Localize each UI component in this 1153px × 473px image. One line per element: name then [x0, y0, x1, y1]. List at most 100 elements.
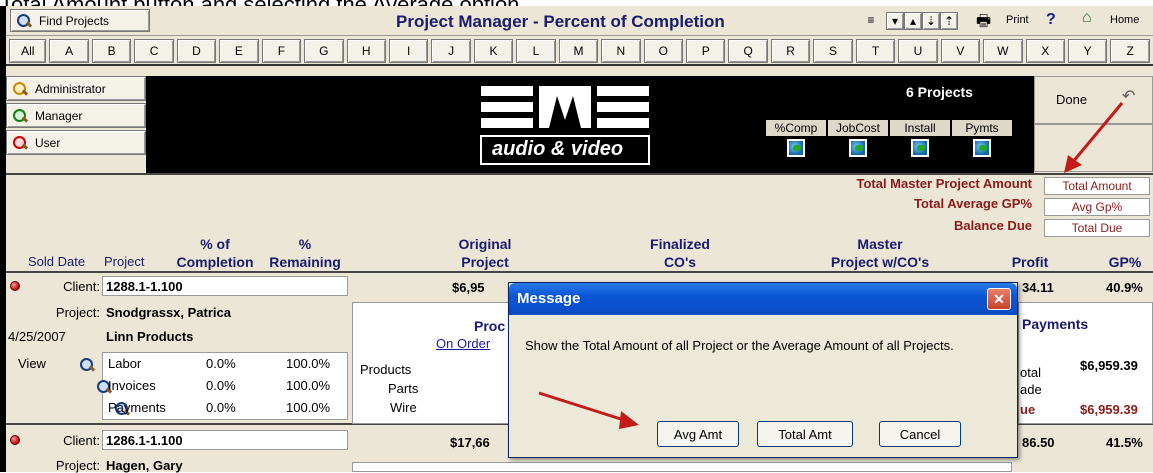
col-sold-date: Sold Date — [28, 254, 86, 269]
pymts-label: Pymts — [952, 120, 1012, 136]
cancel-button[interactable]: Cancel — [879, 421, 961, 447]
printer-icon[interactable]: 🖶 — [976, 10, 991, 37]
letter-filter-t[interactable]: T — [855, 39, 896, 63]
pct-comp-label: %Comp — [766, 120, 826, 136]
role-user-button[interactable]: User — [6, 130, 146, 155]
col-profit: Profit — [1011, 254, 1049, 270]
letter-filter-m[interactable]: M — [558, 39, 599, 63]
line-pct: 0.0% — [206, 400, 236, 415]
gp-value: 41.5% — [1106, 435, 1143, 450]
status-dot-icon[interactable] — [10, 281, 20, 291]
total-avg-gp-label: Total Average GP% — [914, 196, 1032, 211]
row2-detail-box — [352, 462, 1012, 472]
col-original: Project — [461, 254, 509, 270]
top-toolbar: Find Projects Project Manager - Percent … — [6, 6, 1153, 36]
filter-icon[interactable]: ≡ — [862, 12, 880, 30]
project-label: Project: — [55, 305, 100, 320]
letter-filter-g[interactable]: G — [304, 39, 344, 63]
letter-filter-n[interactable]: N — [601, 39, 641, 63]
total-amt-button[interactable]: Total Amt — [757, 421, 853, 447]
line-pct: 0.0% — [206, 378, 236, 393]
letter-filter-y[interactable]: Y — [1067, 39, 1108, 63]
dialog-titlebar[interactable]: Message — [509, 283, 1017, 315]
client-label: Client: — [63, 279, 100, 294]
close-icon[interactable]: ✕ — [987, 288, 1011, 310]
pymts-button[interactable]: Pymts — [952, 120, 1012, 168]
letter-filter-z[interactable]: Z — [1110, 39, 1150, 63]
original-amount: $17,66 — [450, 435, 490, 450]
total-due-button[interactable]: Total Due — [1044, 219, 1150, 237]
letter-filter-u[interactable]: U — [898, 39, 938, 63]
status-dot-icon[interactable] — [10, 435, 20, 445]
sort-down-icon[interactable]: ▾ — [886, 12, 904, 30]
role-label: User — [35, 135, 61, 150]
letter-filter-j[interactable]: J — [431, 39, 471, 63]
print-label[interactable]: Print — [1006, 14, 1029, 26]
letter-filter-w[interactable]: W — [983, 39, 1023, 63]
pct-comp-button[interactable]: %Comp — [766, 120, 826, 168]
letter-filter-b[interactable]: B — [91, 39, 132, 63]
total-amount-button[interactable]: Total Amount — [1044, 177, 1150, 195]
line-name: Payments — [108, 400, 166, 415]
role-label: Administrator — [35, 81, 106, 96]
role-administrator-button[interactable]: Administrator — [6, 76, 146, 101]
col-master-top: Master — [857, 236, 903, 252]
letter-filter-a[interactable]: A — [49, 39, 89, 63]
line-name: Invoices — [108, 378, 156, 393]
sort-up-icon[interactable]: ▴ — [904, 12, 922, 30]
pay-row: ade — [1020, 382, 1042, 397]
original-amount: $6,95 — [452, 280, 485, 295]
jobcost-button[interactable]: JobCost — [828, 120, 888, 168]
total-master-label: Total Master Project Amount — [856, 176, 1032, 191]
pay-row: otal — [1020, 365, 1041, 380]
profit-value: 34.11 — [1022, 280, 1054, 295]
role-manager-button[interactable]: Manager — [6, 103, 146, 128]
letter-filter-r[interactable]: R — [770, 39, 811, 63]
letter-filter-k[interactable]: K — [473, 39, 514, 63]
page-title: Project Manager - Percent of Completion — [396, 12, 725, 31]
col-finalized: CO's — [663, 254, 697, 270]
letter-filter-all[interactable]: All — [9, 39, 47, 63]
letter-filter-s[interactable]: S — [813, 39, 853, 63]
on-order-link[interactable]: On Order — [436, 336, 490, 351]
line-rem: 100.0% — [286, 356, 331, 371]
dialog-title: Message — [517, 290, 581, 307]
letter-filter-i[interactable]: I — [388, 39, 429, 63]
letter-filter-o[interactable]: O — [643, 39, 684, 63]
find-projects-button[interactable]: Find Projects — [10, 9, 150, 32]
col-pct-completion-top: % of — [200, 236, 230, 252]
letter-filter-h[interactable]: H — [346, 39, 386, 63]
sort-asc-icon[interactable]: ⇡ — [940, 12, 958, 30]
col-pct-remaining-top: % — [298, 236, 312, 252]
pay-total: $6,959.39 — [1080, 358, 1138, 373]
role-buttons: Administrator Manager User — [6, 76, 146, 157]
prod-row: Wire — [390, 400, 417, 415]
col-master: Project w/CO's — [830, 254, 930, 270]
letter-filter-x[interactable]: X — [1025, 39, 1065, 63]
project-label: Project: — [55, 458, 100, 473]
home-label[interactable]: Home — [1110, 14, 1139, 26]
help-icon[interactable]: ? — [1046, 11, 1056, 29]
project-count: 6 Projects — [906, 84, 973, 100]
letter-filter-l[interactable]: L — [516, 39, 556, 63]
letter-filter-v[interactable]: V — [940, 39, 981, 63]
client-label: Client: — [63, 433, 100, 448]
col-gp: GP% — [1108, 254, 1142, 270]
annotation-arrow-icon — [538, 391, 639, 429]
letter-filter-q[interactable]: Q — [728, 39, 768, 63]
home-icon[interactable]: ⌂ — [1082, 9, 1092, 27]
globe-icon — [849, 139, 867, 157]
letter-filter-p[interactable]: P — [686, 39, 726, 63]
letter-filter-d[interactable]: D — [176, 39, 217, 63]
letter-filter-f[interactable]: F — [261, 39, 302, 63]
search-icon — [13, 108, 27, 123]
letter-filter-e[interactable]: E — [219, 39, 259, 63]
view-labor-icon[interactable] — [80, 358, 94, 372]
line-name: Labor — [108, 356, 142, 371]
install-button[interactable]: Install — [890, 120, 950, 168]
avg-gp-button[interactable]: Avg Gp% — [1044, 198, 1150, 216]
sort-desc-icon[interactable]: ⇣ — [922, 12, 940, 30]
letter-filter-c[interactable]: C — [134, 39, 174, 63]
avg-amt-button[interactable]: Avg Amt — [657, 421, 739, 447]
dialog-message: Show the Total Amount of all Project or … — [525, 338, 954, 353]
